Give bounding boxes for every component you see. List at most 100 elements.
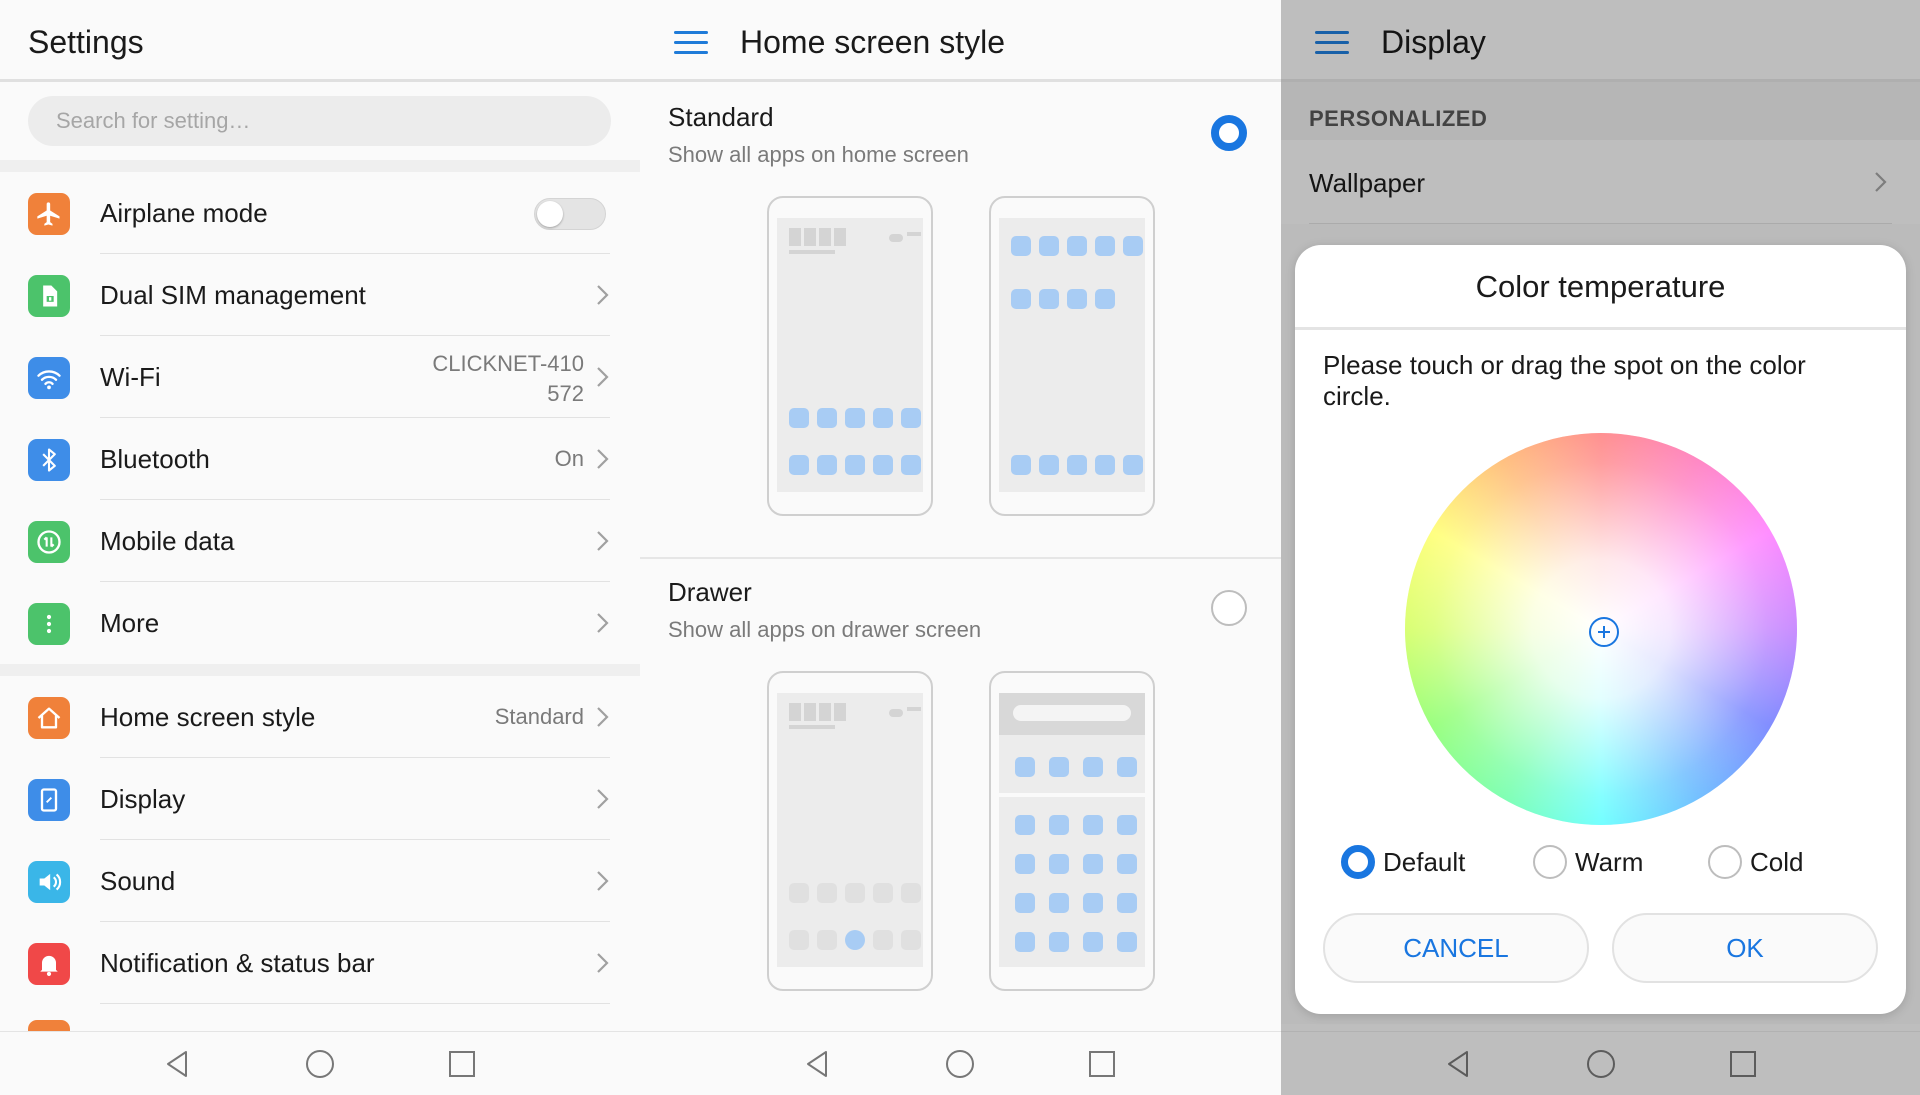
app-icon-placeholder: [873, 883, 893, 903]
section-header: PERSONALIZED: [1281, 82, 1920, 140]
option-drawer[interactable]: Drawer Show all apps on drawer screen: [640, 559, 1281, 1029]
app-icon-placeholder: [1123, 236, 1143, 256]
radio-standard[interactable]: [1211, 115, 1247, 151]
wifi-network-name: CLICKNET-410 572: [432, 349, 584, 409]
row-label: Bluetooth: [100, 444, 210, 474]
clock-block: [804, 228, 816, 246]
app-drawer-icon: [845, 930, 865, 950]
settings-header: Settings: [0, 0, 640, 82]
weather-block: [907, 232, 921, 236]
recents-icon[interactable]: [1086, 1048, 1118, 1080]
option-subtitle: Show all apps on drawer screen: [668, 617, 982, 642]
radio-default[interactable]: [1341, 845, 1375, 879]
wifi-name-line2: 572: [547, 381, 584, 406]
app-icon-placeholder: [1083, 932, 1103, 952]
app-icon-placeholder: [1095, 236, 1115, 256]
app-icon-placeholder: [1039, 289, 1059, 309]
app-icon-placeholder: [1015, 815, 1035, 835]
option-label: Warm: [1575, 847, 1644, 877]
clock-block: [834, 228, 846, 246]
settings-row-home-screen-style[interactable]: Home screen style Standard: [0, 676, 640, 758]
airplane-toggle[interactable]: [534, 198, 606, 230]
app-icon-placeholder: [845, 883, 865, 903]
standard-preview-home: [767, 196, 933, 516]
back-icon[interactable]: [802, 1048, 834, 1080]
drawer-preview-apps: [989, 671, 1155, 991]
weather-block: [889, 709, 903, 717]
clock-block: [789, 703, 801, 721]
home-style-panel: Home screen style Standard Show all apps…: [640, 0, 1281, 1095]
menu-icon-bar: [674, 41, 708, 44]
app-icon-placeholder: [1117, 893, 1137, 913]
row-label: Notification & status bar: [100, 948, 375, 978]
option-warm[interactable]: Warm: [1533, 843, 1663, 883]
row-label: Wallpaper: [1309, 168, 1426, 198]
settings-row-wifi[interactable]: Wi-Fi CLICKNET-410 572: [0, 336, 640, 418]
app-icon-placeholder: [817, 930, 837, 950]
home-button-icon[interactable]: [304, 1048, 336, 1080]
app-icon-placeholder: [1039, 455, 1059, 475]
settings-row-mobile-data[interactable]: Mobile data: [0, 500, 640, 582]
color-wheel[interactable]: [1405, 433, 1797, 825]
recents-icon[interactable]: [446, 1048, 478, 1080]
app-icon-placeholder: [817, 455, 837, 475]
app-icon-placeholder: [1095, 289, 1115, 309]
search-bar[interactable]: [28, 96, 611, 146]
cancel-button[interactable]: CANCEL: [1323, 913, 1589, 983]
app-icon-placeholder: [1117, 854, 1137, 874]
more-icon: [28, 603, 70, 645]
display-icon: [28, 779, 70, 821]
app-icon-placeholder: [789, 883, 809, 903]
preview-screen: [999, 693, 1145, 967]
row-label: Home screen style: [100, 702, 316, 732]
recents-icon[interactable]: [1727, 1048, 1759, 1080]
weather-block: [889, 234, 903, 242]
home-button-icon[interactable]: [944, 1048, 976, 1080]
chevron-right-icon: [597, 789, 609, 809]
radio-drawer[interactable]: [1211, 590, 1247, 626]
settings-row-bluetooth[interactable]: Bluetooth On: [0, 418, 640, 500]
radio-cold[interactable]: [1708, 845, 1742, 879]
app-icon-placeholder: [873, 455, 893, 475]
chevron-right-icon: [597, 449, 609, 469]
menu-icon[interactable]: [1315, 31, 1349, 55]
app-icon-placeholder: [1095, 455, 1115, 475]
app-icon-placeholder: [1083, 757, 1103, 777]
page-title: Settings: [28, 24, 144, 60]
settings-panel: Settings Airplane mode Dual SIM manageme…: [0, 0, 640, 1095]
row-label: Wi-Fi: [100, 362, 161, 392]
app-icon-placeholder: [873, 408, 893, 428]
ok-button[interactable]: OK: [1612, 913, 1878, 983]
settings-row-airplane[interactable]: Airplane mode: [0, 172, 640, 254]
back-icon[interactable]: [162, 1048, 194, 1080]
search-input[interactable]: [28, 96, 611, 146]
toggle-knob: [537, 201, 563, 227]
weather-block: [907, 707, 921, 711]
option-cold[interactable]: Cold: [1708, 843, 1828, 883]
back-icon[interactable]: [1443, 1048, 1475, 1080]
drawer-search-band: [999, 693, 1145, 735]
color-spot-handle[interactable]: [1589, 617, 1619, 647]
settings-row-display[interactable]: Display: [0, 758, 640, 840]
settings-row-more[interactable]: More: [0, 582, 640, 664]
option-default[interactable]: Default: [1341, 843, 1491, 883]
app-icon-placeholder: [817, 408, 837, 428]
home-button-icon[interactable]: [1585, 1048, 1617, 1080]
app-icon-placeholder: [789, 408, 809, 428]
nav-bar: [0, 1031, 640, 1095]
option-standard[interactable]: Standard Show all apps on home screen: [640, 82, 1281, 557]
wallpaper-row[interactable]: Wallpaper: [1281, 140, 1920, 224]
menu-icon[interactable]: [674, 31, 708, 55]
radio-warm[interactable]: [1533, 845, 1567, 879]
nav-bar: [1281, 1031, 1920, 1095]
settings-row-dual-sim[interactable]: Dual SIM management: [0, 254, 640, 336]
bluetooth-icon: [28, 439, 70, 481]
app-icon-placeholder: [789, 930, 809, 950]
sim-card-icon: [28, 275, 70, 317]
settings-row-sound[interactable]: Sound: [0, 840, 640, 922]
chevron-right-icon: [597, 871, 609, 891]
app-icon-placeholder: [845, 408, 865, 428]
settings-row-notification[interactable]: Notification & status bar: [0, 922, 640, 1004]
chevron-right-icon: [597, 707, 609, 727]
drawer-search-box: [1013, 705, 1131, 721]
